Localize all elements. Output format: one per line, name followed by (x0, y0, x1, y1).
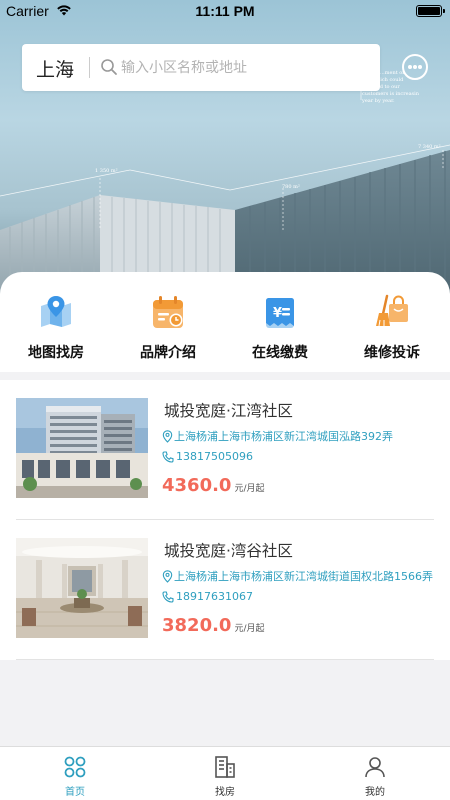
buildings-icon (215, 756, 235, 778)
category-brand-intro[interactable]: 品牌介绍 (112, 294, 224, 362)
listing-address: 上海杨浦上海市杨浦区新江湾城国泓路392弄 (162, 428, 393, 444)
listing-phone[interactable]: 18917631067 (162, 590, 253, 603)
status-bar: Carrier 11:11 PM (0, 0, 450, 22)
home-grid-icon (64, 756, 86, 778)
hero-label-1: 1 350 m² (95, 168, 118, 174)
category-online-payment[interactable]: ¥ 在线缴费 (224, 294, 336, 362)
listing-price: 4360.0 元/月起 (162, 475, 265, 496)
svg-text:customers is increasin: customers is increasin (362, 91, 420, 97)
listing-address-text: 上海杨浦上海市杨浦区新江湾城国泓路392弄 (174, 430, 393, 443)
listing-price: 3820.0 元/月起 (162, 615, 265, 636)
listing-address-text: 上海杨浦上海市杨浦区新江湾城街道国权北路1566弄 (174, 570, 433, 583)
listing-address: 上海杨浦上海市杨浦区新江湾城街道国权北路1566弄 (162, 568, 433, 584)
search-icon (101, 59, 117, 75)
location-pin-icon (162, 430, 173, 443)
bottom-tab-bar: 首页 找房 我的 (0, 746, 450, 800)
search-divider (89, 57, 90, 78)
calendar-clock-icon (153, 296, 183, 328)
yuan-bill-icon: ¥ (266, 298, 294, 328)
tab-profile[interactable]: 我的 (300, 755, 450, 798)
category-label: 维修投诉 (364, 345, 420, 361)
map-pin-icon (41, 296, 71, 327)
phone-icon (162, 591, 174, 603)
tab-find-house[interactable]: 找房 (150, 755, 300, 798)
message-button[interactable] (402, 54, 428, 80)
svg-text:¥: ¥ (273, 306, 282, 321)
listing-list: 城投宽庭·江湾社区 上海杨浦上海市杨浦区新江湾城国泓路392弄 13817505… (0, 380, 450, 660)
tab-label: 找房 (215, 787, 235, 798)
price-value: 3820.0 (162, 615, 232, 636)
hero-label-3: 7 340 m² (418, 144, 441, 150)
city-selector[interactable]: 上海 (36, 55, 74, 82)
category-label: 品牌介绍 (140, 345, 196, 361)
phone-icon (162, 451, 174, 463)
search-input[interactable] (121, 56, 371, 80)
listing-photo (16, 538, 148, 638)
dot (418, 65, 422, 69)
listing-card[interactable]: 城投宽庭·江湾社区 上海杨浦上海市杨浦区新江湾城国泓路392弄 13817505… (0, 380, 450, 520)
divider (16, 659, 434, 660)
tab-home[interactable]: 首页 (0, 755, 150, 798)
svg-text:...ment of: ...ment of (380, 70, 405, 76)
listing-phone[interactable]: 13817505096 (162, 450, 253, 463)
clock: 11:11 PM (195, 3, 255, 19)
battery-icon (416, 5, 445, 17)
listing-name: 城投宽庭·江湾社区 (164, 402, 293, 420)
svg-text:year by year.: year by year. (361, 98, 395, 104)
listing-phone-text: 18917631067 (176, 590, 253, 603)
price-value: 4360.0 (162, 475, 232, 496)
search-bar: 上海 (22, 44, 380, 91)
listing-phone-text: 13817505096 (176, 450, 253, 463)
listing-name: 城投宽庭·湾谷社区 (164, 542, 293, 560)
listing-card[interactable]: 城投宽庭·湾谷社区 上海杨浦上海市杨浦区新江湾城街道国权北路1566弄 1891… (0, 520, 450, 660)
category-label: 地图找房 (28, 345, 84, 361)
listing-photo (16, 398, 148, 498)
price-unit: 元/月起 (234, 624, 265, 634)
location-pin-icon (162, 570, 173, 583)
tab-label: 我的 (365, 787, 385, 798)
hero-label-2: 780 m² (282, 184, 300, 190)
dot (413, 65, 417, 69)
price-unit: 元/月起 (234, 484, 265, 494)
dot (408, 65, 412, 69)
category-map-search[interactable]: 地图找房 (0, 294, 112, 362)
broom-bag-icon (376, 294, 408, 327)
category-repair-complaint[interactable]: 维修投诉 (336, 294, 448, 362)
user-icon (365, 757, 385, 778)
tab-label: 首页 (65, 787, 85, 798)
category-menu: 地图找房 品牌介绍 ¥ 在线缴费 维修投诉 (0, 272, 450, 372)
category-label: 在线缴费 (252, 345, 308, 361)
